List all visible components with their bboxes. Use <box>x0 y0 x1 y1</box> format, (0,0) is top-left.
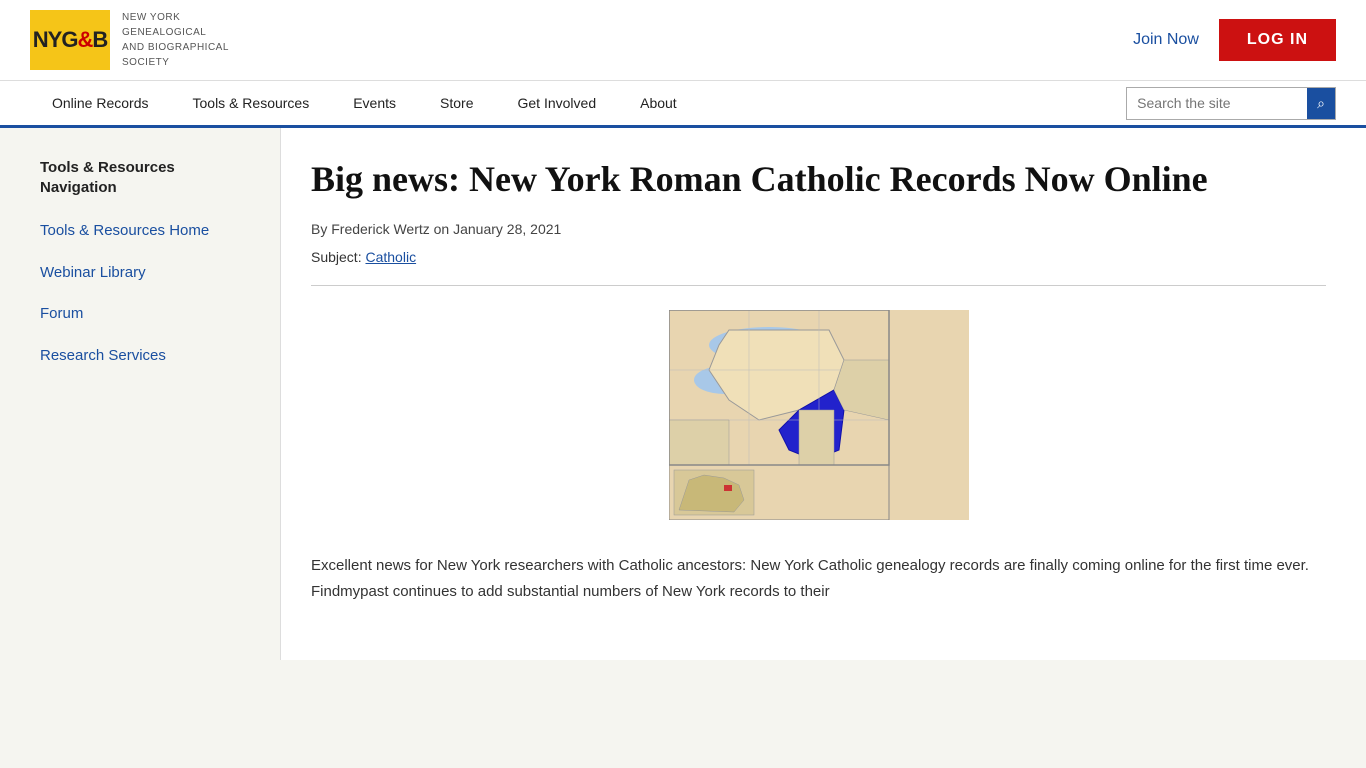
header-right: Join Now LOG IN <box>1133 19 1336 61</box>
nav-link-about[interactable]: About <box>618 81 699 125</box>
sidebar-nav-title: Tools & Resources Navigation <box>40 158 250 197</box>
article-divider <box>311 285 1326 286</box>
sidebar-link-research[interactable]: Research Services <box>40 346 250 366</box>
search-button[interactable]: ⌕ <box>1307 88 1335 119</box>
search-input[interactable] <box>1127 89 1307 117</box>
login-button[interactable]: LOG IN <box>1219 19 1336 61</box>
nav-link-events[interactable]: Events <box>331 81 418 125</box>
nav-item-about[interactable]: About <box>618 81 699 125</box>
search-area: ⌕ <box>1126 87 1336 120</box>
nav-item-tools[interactable]: Tools & Resources <box>171 81 332 125</box>
article-meta: By Frederick Wertz on January 28, 2021 <box>311 221 1326 237</box>
sidebar-link-forum[interactable]: Forum <box>40 304 250 324</box>
nav-links-list: Online Records Tools & Resources Events … <box>30 81 699 125</box>
subject-link[interactable]: Catholic <box>365 249 416 265</box>
article-title: Big news: New York Roman Catholic Record… <box>311 158 1326 201</box>
logo-text: NYG&B <box>33 27 107 53</box>
nav-item-online-records[interactable]: Online Records <box>30 81 171 125</box>
site-header: NYG&B NEW YORK GENEALOGICAL AND BIOGRAPH… <box>0 0 1366 81</box>
article-paragraph-1: Excellent news for New York researchers … <box>311 553 1326 604</box>
map-svg <box>669 310 969 520</box>
sidebar-link-webinar[interactable]: Webinar Library <box>40 263 250 283</box>
nav-item-store[interactable]: Store <box>418 81 495 125</box>
page-layout: Tools & Resources Navigation Tools & Res… <box>0 128 1366 660</box>
main-content: Big news: New York Roman Catholic Record… <box>280 128 1366 660</box>
join-now-link[interactable]: Join Now <box>1133 31 1199 49</box>
nav-item-events[interactable]: Events <box>331 81 418 125</box>
nav-link-online-records[interactable]: Online Records <box>30 81 171 125</box>
org-name: NEW YORK GENEALOGICAL AND BIOGRAPHICAL S… <box>122 10 229 70</box>
article-body: Excellent news for New York researchers … <box>311 553 1326 604</box>
nav-link-get-involved[interactable]: Get Involved <box>496 81 619 125</box>
nav-item-get-involved[interactable]: Get Involved <box>496 81 619 125</box>
subject-label: Subject: <box>311 249 362 265</box>
logo-ampersand: & <box>77 27 92 52</box>
nav-link-tools[interactable]: Tools & Resources <box>171 81 332 125</box>
sidebar: Tools & Resources Navigation Tools & Res… <box>0 128 280 660</box>
sidebar-link-tools-home[interactable]: Tools & Resources Home <box>40 221 250 241</box>
nav-link-store[interactable]: Store <box>418 81 495 125</box>
main-nav: Online Records Tools & Resources Events … <box>0 81 1366 128</box>
article-subject: Subject: Catholic <box>311 249 1326 265</box>
article-image <box>311 310 1326 525</box>
logo-area: NYG&B NEW YORK GENEALOGICAL AND BIOGRAPH… <box>30 10 229 70</box>
logo: NYG&B <box>30 10 110 70</box>
